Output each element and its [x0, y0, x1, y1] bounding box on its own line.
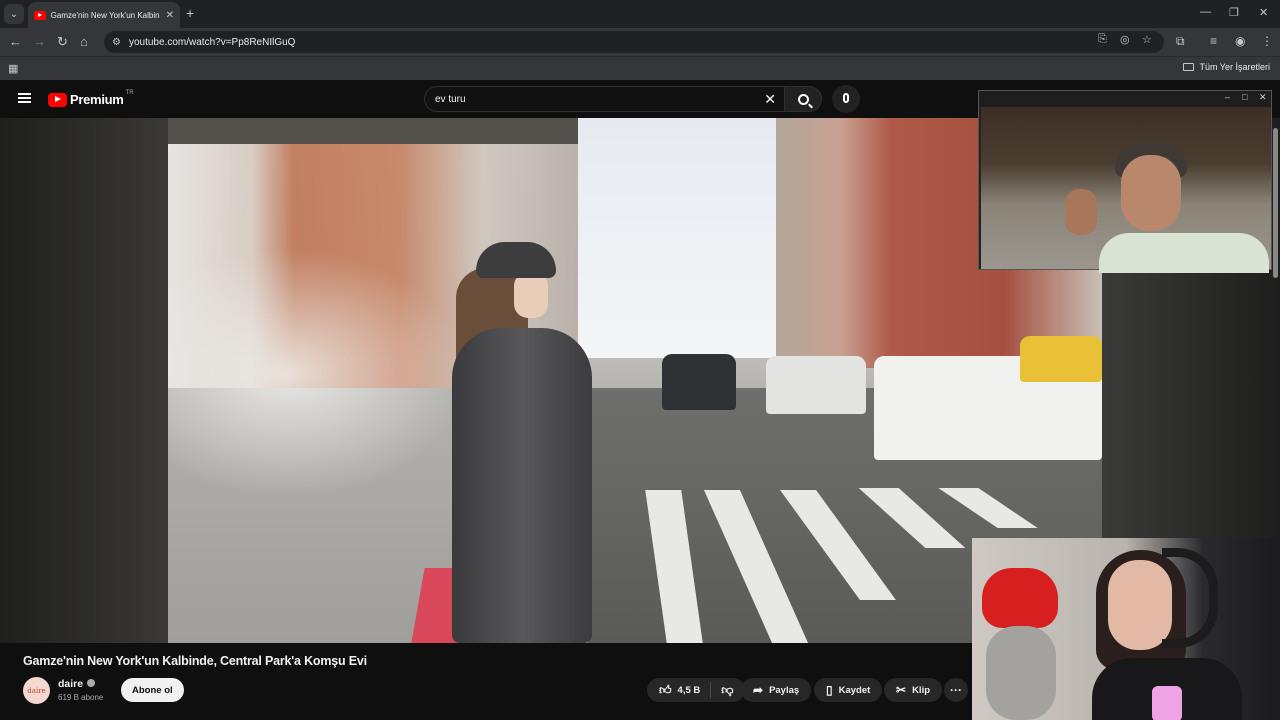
apps-grid-icon[interactable]: ▦ [8, 62, 18, 75]
profile-icon[interactable]: ◉ [1235, 34, 1245, 48]
webcam-titlebar: – □ ✕ [979, 91, 1271, 107]
thumbs-down-icon: 👎︎ [721, 682, 734, 697]
microphone-icon [843, 93, 849, 103]
logo-text: Premium [70, 92, 124, 107]
scroll-thumb[interactable] [1273, 128, 1278, 278]
share-button[interactable]: ➦ Paylaş [741, 678, 812, 702]
plus-icon[interactable]: + [186, 5, 194, 21]
youtube-favicon-icon [34, 10, 46, 20]
video-car-white-truck [766, 356, 866, 414]
webcam-feed [981, 107, 1271, 273]
bookmarks-bar: ▦ Tüm Yer İşaretleri [0, 56, 1280, 80]
menu-icon[interactable] [18, 93, 31, 103]
webcam-plush-grey [986, 626, 1056, 720]
more-icon: ··· [950, 683, 962, 697]
webcam-overlay-top[interactable]: – □ ✕ [978, 90, 1272, 273]
tab-title: Gamze'nin New York'un Kalbinde, Central … [50, 10, 160, 20]
minimize-icon[interactable]: – [1225, 92, 1230, 102]
video-person-coat [452, 328, 592, 643]
install-icon[interactable]: ⎘ [1098, 33, 1107, 46]
forward-icon[interactable]: → [33, 34, 46, 49]
clip-label: Klip [912, 684, 931, 696]
youtube-play-icon [48, 92, 67, 107]
save-button[interactable]: ▯ Kaydet [814, 678, 883, 702]
browser-tab[interactable]: Gamze'nin New York'un Kalbinde, Central … [28, 2, 180, 28]
like-button[interactable]: 👍︎ 4,5 B [647, 682, 712, 698]
scissors-icon: ✂ [896, 683, 907, 697]
browser-toolbar: ← → ↻ ⌂ ⚙ youtube.com/watch?v=Pp8ReNIlGu… [0, 28, 1280, 56]
restore-icon[interactable]: ❐ [1229, 6, 1239, 19]
bookmark-icon: ▯ [826, 683, 833, 697]
avatar[interactable]: daire [23, 677, 50, 704]
country-code: TR [125, 89, 134, 96]
video-title: Gamze'nin New York'un Kalbinde, Central … [23, 654, 367, 668]
clear-search-icon[interactable]: ✕ [764, 91, 776, 108]
webcam-overlay-bottom [972, 538, 1280, 720]
reload-icon[interactable]: ↻ [57, 34, 68, 50]
webcam-person-body [1099, 233, 1269, 273]
avatar-text: daire [27, 686, 46, 695]
url-text[interactable]: youtube.com/watch?v=Pp8ReNIlGuQ [129, 37, 295, 48]
share-label: Paylaş [769, 684, 800, 696]
scrollbar[interactable] [1272, 118, 1280, 538]
video-person-hat [476, 242, 556, 278]
video-info: Gamze'nin New York'un Kalbinde, Central … [0, 643, 972, 720]
youtube-logo[interactable]: Premium TR [48, 89, 134, 107]
extensions-icon[interactable]: ⧉ [1176, 34, 1185, 49]
star-icon[interactable]: ☆ [1142, 33, 1152, 46]
search-input[interactable]: ev turu ✕ [424, 86, 786, 112]
video-sky [578, 118, 778, 358]
tracking-icon[interactable]: ◎ [1120, 33, 1130, 46]
maximize-icon[interactable]: □ [1242, 92, 1247, 102]
search-value[interactable]: ev turu [435, 94, 466, 105]
window-close-icon[interactable]: ✕ [1259, 6, 1268, 19]
headphones-icon [1162, 548, 1218, 648]
video-frame[interactable] [168, 118, 1102, 643]
browser-tab-strip: ⌄ Gamze'nin New York'un Kalbinde, Centra… [0, 0, 1280, 28]
address-bar[interactable]: ⚙ youtube.com/watch?v=Pp8ReNIlGuQ ⎘ ◎ ☆ [104, 31, 1164, 53]
save-label: Kaydet [838, 684, 871, 696]
like-dislike-group: 👍︎ 4,5 B 👎︎ [647, 678, 746, 702]
all-bookmarks[interactable]: Tüm Yer İşaretleri [1183, 62, 1270, 72]
video-car-dark [662, 354, 736, 410]
search-icon [797, 93, 809, 105]
kebab-icon[interactable]: ⋮ [1261, 34, 1273, 48]
site-info-icon[interactable]: ⚙ [112, 37, 121, 48]
ambient-left [0, 118, 168, 643]
video-steam [168, 248, 468, 498]
subscribe-button[interactable]: Abone ol [121, 678, 184, 702]
more-actions-button[interactable]: ··· [944, 678, 968, 702]
voice-search-button[interactable] [832, 85, 860, 113]
back-icon[interactable]: ← [9, 34, 22, 49]
video-scaffold [168, 118, 578, 144]
home-icon[interactable]: ⌂ [80, 34, 88, 49]
reading-list-icon[interactable]: ≡ [1210, 34, 1217, 48]
subscriber-count: 619 B abone [58, 693, 104, 702]
like-count: 4,5 B [677, 684, 701, 696]
search-button[interactable] [784, 86, 822, 112]
verified-icon [87, 679, 96, 688]
tab-search-icon[interactable]: ⌄ [4, 4, 24, 24]
webcam-lamp [1152, 686, 1182, 720]
channel-name[interactable]: daire [58, 678, 96, 690]
webcam-plush-red [982, 568, 1058, 628]
thumbs-up-icon: 👍︎ [659, 682, 672, 697]
video-taxi [1020, 336, 1102, 382]
webcam-person-hand [1065, 189, 1097, 235]
folder-icon [1183, 63, 1195, 71]
all-bookmarks-label: Tüm Yer İşaretleri [1199, 62, 1270, 72]
webcam-person-face [1121, 155, 1181, 231]
minimize-icon[interactable]: — [1200, 6, 1211, 18]
share-icon: ➦ [753, 683, 764, 697]
clip-button[interactable]: ✂ Klip [884, 678, 943, 702]
video-person-face [514, 272, 548, 318]
close-icon[interactable]: ✕ [1259, 92, 1267, 103]
channel-name-text[interactable]: daire [58, 678, 83, 690]
close-icon[interactable]: ✕ [166, 10, 174, 21]
